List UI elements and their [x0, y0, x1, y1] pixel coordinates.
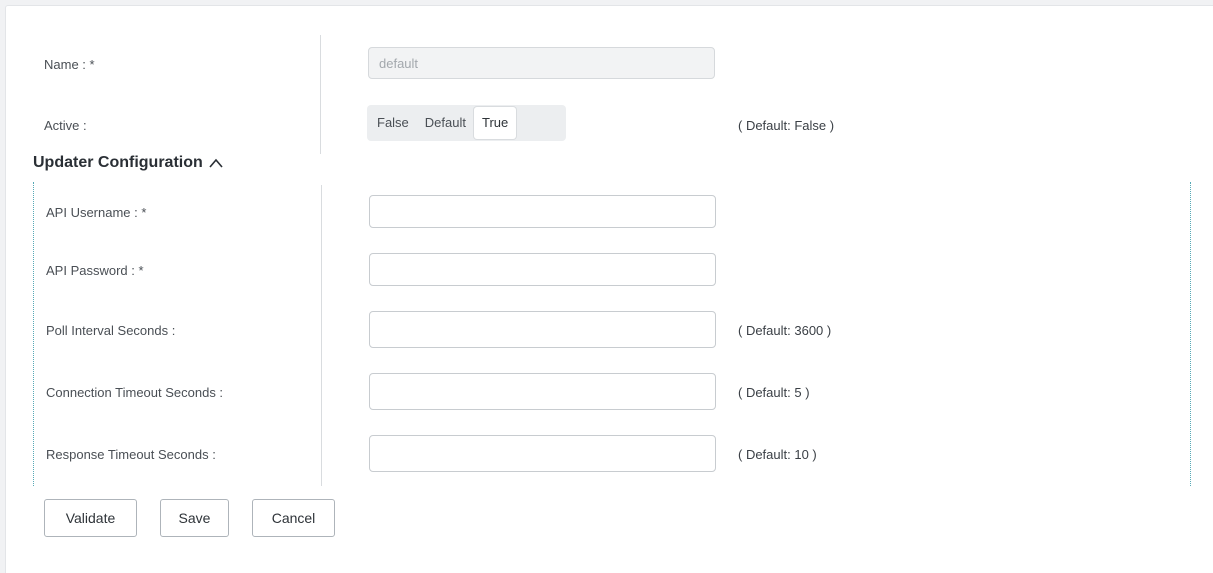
save-button[interactable]: Save	[160, 499, 229, 537]
poll-interval-default-hint: ( Default: 3600 )	[738, 323, 832, 338]
api-password-label: API Password : *	[46, 263, 144, 278]
form-panel	[5, 5, 1213, 573]
api-username-label: API Username : *	[46, 205, 147, 220]
poll-interval-input[interactable]	[369, 311, 716, 348]
connection-timeout-input[interactable]	[369, 373, 716, 410]
api-username-input[interactable]	[369, 195, 716, 228]
cancel-button[interactable]: Cancel	[252, 499, 335, 537]
name-input[interactable]	[368, 47, 715, 79]
response-timeout-input[interactable]	[369, 435, 716, 472]
api-password-input[interactable]	[369, 253, 716, 286]
section-column-divider	[321, 185, 322, 486]
chevron-up-icon[interactable]	[208, 157, 224, 169]
active-default-hint: ( Default: False )	[738, 118, 835, 133]
column-divider	[320, 35, 321, 154]
active-label: Active :	[44, 118, 87, 133]
active-toggle: False Default True	[367, 105, 566, 141]
updater-section-header[interactable]: Updater Configuration	[33, 154, 224, 172]
response-timeout-label: Response Timeout Seconds :	[46, 447, 216, 462]
name-label: Name : *	[44, 57, 95, 72]
poll-interval-label: Poll Interval Seconds :	[46, 323, 176, 338]
active-option-false[interactable]: False	[369, 107, 417, 139]
section-left-border	[33, 182, 34, 486]
section-right-border	[1190, 182, 1191, 486]
active-option-default[interactable]: Default	[417, 107, 474, 139]
active-option-true[interactable]: True	[474, 107, 517, 139]
validate-button[interactable]: Validate	[44, 499, 137, 537]
updater-section-title: Updater Configuration	[33, 154, 203, 171]
response-timeout-default-hint: ( Default: 10 )	[738, 447, 817, 462]
connection-timeout-label: Connection Timeout Seconds :	[46, 385, 224, 400]
connection-timeout-default-hint: ( Default: 5 )	[738, 385, 810, 400]
